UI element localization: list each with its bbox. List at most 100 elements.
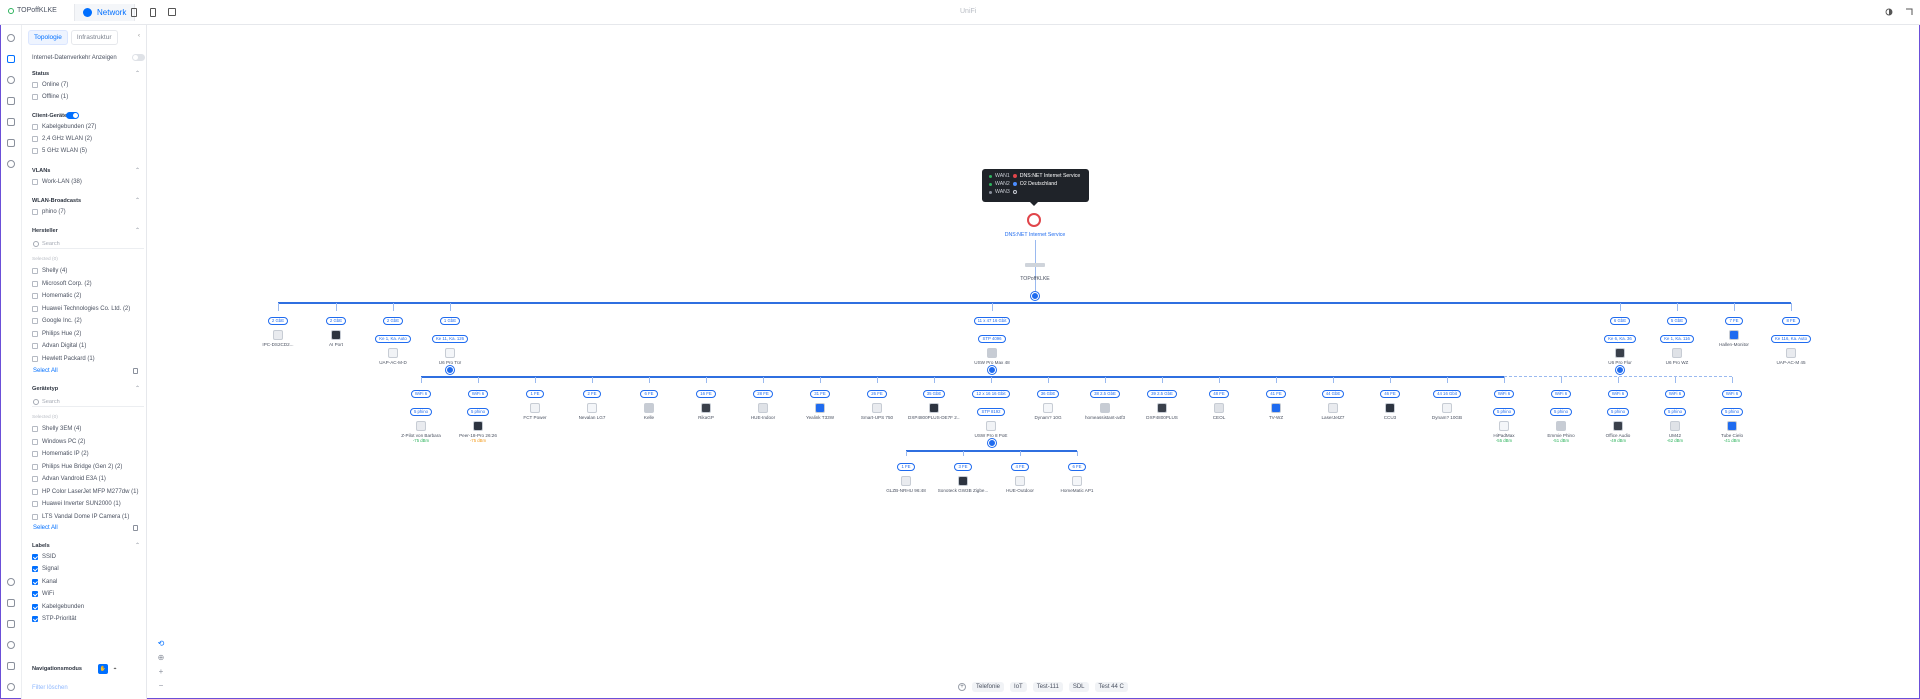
trash-icon[interactable] [133, 368, 138, 374]
label-kabelgebunden[interactable]: Kabelgebunden [32, 604, 84, 610]
chevron-up-icon[interactable]: ⌃ [135, 385, 140, 392]
checkbox[interactable] [32, 281, 38, 287]
device-node[interactable]: 38 2.5 GbE homeassistant-a4f3 [1079, 382, 1131, 420]
filter-manufacturer[interactable]: Google Inc. (2) [32, 318, 82, 324]
device-node[interactable]: 6 FE HomeMatic AP1 [1051, 455, 1103, 493]
filter-manufacturer[interactable]: Microsoft Corp. (2) [32, 281, 92, 287]
manufacturer-selected-count[interactable]: Selected (0) [32, 257, 144, 262]
device-node[interactable]: 6 GbE Ke 6, Ka. 36 U6 Pro Flur [1594, 309, 1646, 365]
device-icon[interactable] [872, 403, 882, 413]
u6-flur-hub[interactable] [1616, 366, 1624, 374]
chevron-up-icon[interactable]: ⌃ [135, 70, 140, 77]
device-icon[interactable] [1442, 403, 1452, 413]
device-icon[interactable] [1556, 421, 1566, 431]
label-stp[interactable]: STP-Priorität [32, 616, 76, 622]
checkbox[interactable] [32, 209, 38, 215]
checkbox[interactable] [32, 343, 38, 349]
checkbox[interactable] [32, 268, 38, 274]
checkbox[interactable] [32, 82, 38, 88]
device-node[interactable]: 16 FE RikaGP [680, 382, 732, 420]
device-icon[interactable] [701, 403, 711, 413]
filter-devicetype[interactable]: HP Color LaserJet MFP M277dw (1) [32, 489, 138, 495]
tab-topologie[interactable]: Topologie [28, 30, 68, 45]
device-node[interactable]: WiFi 65 phino UM42 -62 dBm [1649, 382, 1701, 443]
settings-gear-icon[interactable] [7, 683, 15, 691]
checkbox[interactable] [32, 579, 38, 585]
device-node[interactable]: 48 FE CEOL [1193, 382, 1245, 420]
vlan-chip[interactable]: IoT [1010, 682, 1027, 692]
device-node[interactable]: 3 FE Sonoteck GW3B Zigbe... [937, 455, 989, 493]
device-icon[interactable] [929, 403, 939, 413]
device-node[interactable]: 39 2.5 GbE DXP4800PLUS [1136, 382, 1188, 420]
label-kanal[interactable]: Kanal [32, 579, 57, 585]
checkbox[interactable] [32, 514, 38, 520]
vlan-chip[interactable]: SDL [1068, 682, 1089, 692]
device-node[interactable]: 46 FE CCU3 [1364, 382, 1416, 420]
device-node[interactable]: 41 FE TV-WZ [1250, 382, 1302, 420]
statistics-icon[interactable] [7, 97, 15, 105]
device-icon[interactable] [587, 403, 597, 413]
checkbox[interactable] [32, 148, 38, 154]
security-icon[interactable] [7, 139, 15, 147]
mobile-icon[interactable] [150, 8, 156, 17]
device-node[interactable]: 26 FE Smart-UPS 750 [851, 382, 903, 420]
recenter-icon[interactable]: ⊕ [157, 654, 165, 662]
devices-icon[interactable] [7, 118, 15, 126]
device-icon[interactable] [1729, 330, 1739, 340]
checkbox[interactable] [32, 94, 38, 100]
shield-icon[interactable] [7, 160, 15, 168]
gateway-device-icon[interactable] [1025, 263, 1045, 267]
devicetype-select-all-link[interactable]: Select All [33, 525, 58, 531]
device-node[interactable]: 11 x 47 16 Gbit STP 4096 USW Pro Max 48 [966, 309, 1018, 365]
vlan-chip[interactable]: Test 44 C [1094, 682, 1128, 692]
checkbox[interactable] [32, 616, 38, 622]
device-icon[interactable] [815, 403, 825, 413]
device-icon[interactable] [1613, 421, 1623, 431]
checkbox[interactable] [32, 318, 38, 324]
filter-24ghz[interactable]: 2,4 GHz WLAN (2) [32, 136, 92, 142]
device-node[interactable]: 4 FE HUE-Outdoor [994, 455, 1046, 493]
collapse-panel-icon[interactable]: ‹ [138, 33, 144, 39]
checkbox[interactable] [32, 451, 38, 457]
filter-devicetype[interactable]: Windows PC (2) [32, 439, 85, 445]
device-node[interactable]: 2 GbE IPC-DS2CD2... [252, 309, 304, 347]
checkbox[interactable] [32, 124, 38, 130]
chevron-up-icon[interactable]: ⌃ [135, 227, 140, 234]
device-node[interactable]: 1 GbE Ke 11, Ka. 126 U6 Pro Tür [424, 309, 476, 365]
filter-devicetype[interactable]: Philips Hue Bridge (Gen 2) (2) [32, 464, 122, 470]
label-ssid[interactable]: SSID [32, 554, 56, 560]
chevron-up-icon[interactable]: ⌃ [135, 542, 140, 549]
nav-mode-pan-icon[interactable]: ✋ [98, 664, 108, 674]
device-icon[interactable] [331, 330, 341, 340]
device-icon[interactable] [901, 476, 911, 486]
console-icon[interactable] [168, 8, 176, 16]
filter-online[interactable]: Online (7) [32, 82, 68, 88]
checkbox[interactable] [32, 293, 38, 299]
theme-toggle-icon[interactable] [1885, 8, 1893, 16]
device-icon[interactable] [644, 403, 654, 413]
checkbox[interactable] [32, 501, 38, 507]
checkbox[interactable] [32, 306, 38, 312]
checkbox[interactable] [32, 331, 38, 337]
filter-wired[interactable]: Kabelgebunden (27) [32, 124, 96, 130]
vlan-chip[interactable]: Telefonie [972, 682, 1005, 692]
support-icon[interactable] [7, 641, 15, 649]
filter-manufacturer[interactable]: Homematic (2) [32, 293, 81, 299]
manufacturer-search-input[interactable]: Search [32, 239, 144, 249]
checkbox[interactable] [32, 179, 38, 185]
filter-offline[interactable]: Offline (1) [32, 94, 68, 100]
filter-devicetype[interactable]: Huawei Inverter SUN2000 (1) [32, 501, 121, 507]
device-node[interactable]: 36 GbE Dynam? 10G [1022, 382, 1074, 420]
device-icon[interactable] [1670, 421, 1680, 431]
device-icon[interactable] [1615, 348, 1625, 358]
checkbox[interactable] [32, 554, 38, 560]
device-node[interactable]: 1 FE FCT Power [509, 382, 561, 420]
device-icon[interactable] [1727, 421, 1737, 431]
device-node[interactable]: WiFi 65 phino HiPadMax -55 dBm [1478, 382, 1530, 443]
topology-icon[interactable] [7, 55, 15, 63]
nav-mode-select-icon[interactable]: ⌖ [110, 664, 120, 674]
device-icon[interactable] [958, 476, 968, 486]
switch8-hub[interactable] [988, 439, 996, 447]
label-signal[interactable]: Signal [32, 566, 59, 572]
gateway-hub[interactable] [1031, 292, 1039, 300]
